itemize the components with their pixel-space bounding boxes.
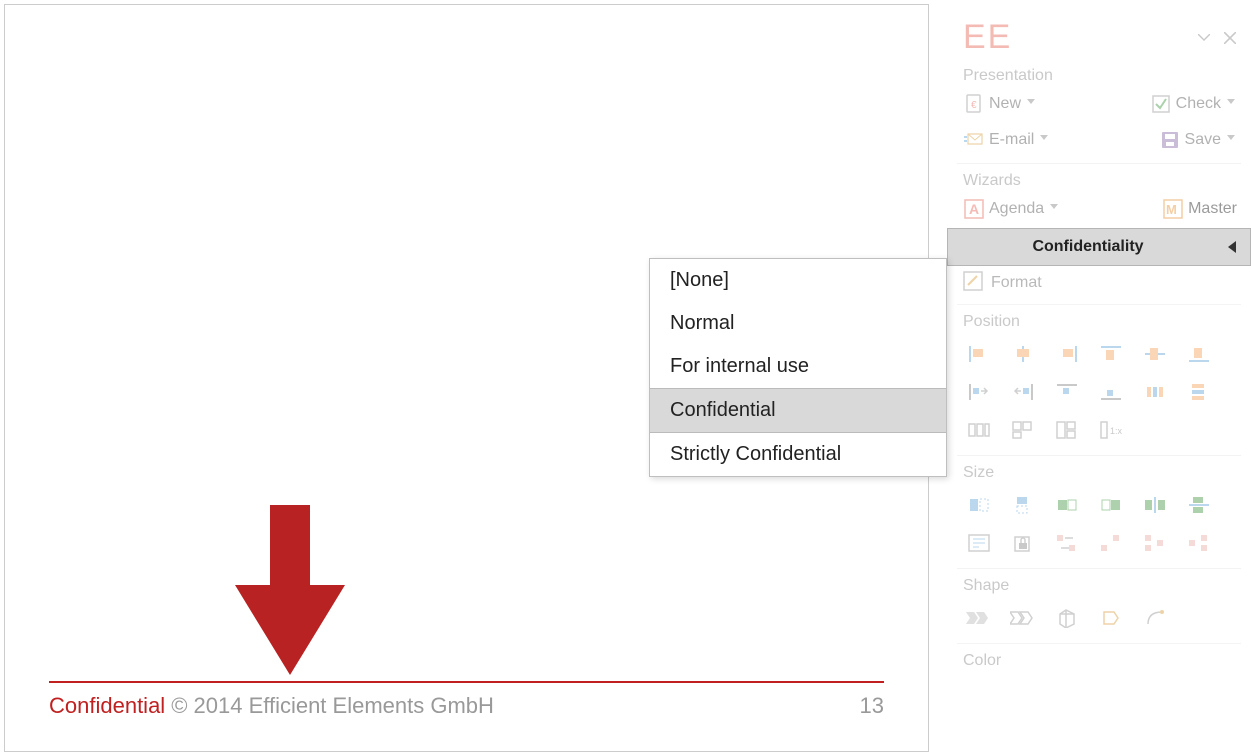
new-label: New	[989, 95, 1021, 113]
agenda-label: Agenda	[989, 200, 1044, 218]
agenda-button[interactable]: A Agenda	[959, 194, 1064, 224]
section-position-label: Position	[947, 309, 1251, 333]
save-label: Save	[1185, 131, 1221, 149]
fit-to-slide-icon[interactable]	[959, 526, 999, 560]
chevron-outline-icon[interactable]	[1003, 601, 1043, 635]
pane-close-icon[interactable]	[1221, 29, 1239, 47]
confidentiality-button[interactable]: Confidentiality	[947, 228, 1251, 266]
confidentiality-option-none[interactable]: [None]	[650, 259, 946, 302]
distribute-v-icon[interactable]	[1179, 375, 1219, 409]
golden-ratio-icon[interactable]: 1:x	[1091, 413, 1131, 447]
stretch-right-icon[interactable]	[1091, 488, 1131, 522]
confidentiality-option-strict[interactable]: Strictly Confidential	[650, 433, 946, 476]
arrange-3-icon[interactable]	[1047, 413, 1087, 447]
align-left-icon[interactable]	[959, 337, 999, 371]
section-color-label: Color	[947, 648, 1251, 672]
stretch-bottom-icon[interactable]	[1179, 488, 1219, 522]
align-right-icon[interactable]	[1047, 337, 1087, 371]
dropdown-caret-icon	[1227, 135, 1237, 145]
arrange-1-icon[interactable]	[959, 413, 999, 447]
master-label: Master	[1188, 200, 1237, 218]
dock-left-icon[interactable]	[959, 375, 999, 409]
check-button[interactable]: Check	[1146, 89, 1241, 119]
connector-icon[interactable]	[1135, 601, 1175, 635]
save-icon	[1159, 130, 1181, 150]
position-tools: 1:x	[947, 333, 1251, 451]
footer-page-number: 13	[860, 693, 884, 719]
ee-task-pane: EE Presentation € New Check	[947, 0, 1251, 756]
lock-size-icon[interactable]	[1003, 526, 1043, 560]
dock-bottom-icon[interactable]	[1091, 375, 1131, 409]
format-button[interactable]: Format	[947, 266, 1251, 300]
dock-right-icon[interactable]	[1003, 375, 1043, 409]
check-label: Check	[1176, 95, 1221, 113]
confidentiality-option-confidential[interactable]: Confidential	[650, 388, 946, 433]
svg-text:A: A	[969, 201, 979, 217]
dropdown-caret-icon	[1050, 204, 1060, 214]
section-wizards-label: Wizards	[947, 168, 1251, 192]
email-icon	[963, 130, 985, 150]
svg-text:€: €	[971, 100, 977, 111]
confidentiality-menu: [None] Normal For internal use Confident…	[649, 258, 947, 477]
master-m-icon: M	[1162, 199, 1184, 219]
3d-box-icon[interactable]	[1047, 601, 1087, 635]
stretch-left-icon[interactable]	[1047, 488, 1087, 522]
submenu-caret-left-icon	[1228, 241, 1236, 253]
swap-4-icon[interactable]	[1179, 526, 1219, 560]
confidentiality-label: Confidentiality	[948, 238, 1228, 256]
save-button[interactable]: Save	[1155, 125, 1241, 155]
arrange-2-icon[interactable]	[1003, 413, 1043, 447]
distribute-h-icon[interactable]	[1135, 375, 1175, 409]
chevron-process-icon[interactable]	[959, 601, 999, 635]
confidentiality-option-normal[interactable]: Normal	[650, 302, 946, 345]
dropdown-caret-icon	[1040, 135, 1050, 145]
align-bottom-icon[interactable]	[1179, 337, 1219, 371]
footer-confidentiality: Confidential	[49, 693, 165, 719]
section-shape-label: Shape	[947, 573, 1251, 597]
confidentiality-option-internal[interactable]: For internal use	[650, 345, 946, 388]
align-center-v-icon[interactable]	[1135, 337, 1175, 371]
swap-3-icon[interactable]	[1135, 526, 1175, 560]
checkbox-icon	[1150, 94, 1172, 114]
align-top-icon[interactable]	[1091, 337, 1131, 371]
format-icon	[963, 271, 983, 296]
pane-menu-caret-icon[interactable]	[1195, 29, 1213, 47]
format-label: Format	[991, 274, 1042, 292]
align-center-h-icon[interactable]	[1003, 337, 1043, 371]
flip-shape-icon[interactable]	[1091, 601, 1131, 635]
section-size-label: Size	[947, 460, 1251, 484]
dropdown-caret-icon	[1027, 99, 1037, 109]
master-button[interactable]: M Master	[1158, 194, 1241, 224]
agenda-a-icon: A	[963, 199, 985, 219]
shape-tools	[947, 597, 1251, 639]
stretch-top-icon[interactable]	[1135, 488, 1175, 522]
dropdown-caret-icon	[1227, 99, 1237, 109]
dock-top-icon[interactable]	[1047, 375, 1087, 409]
down-arrow-graphic	[235, 505, 345, 680]
section-presentation-label: Presentation	[947, 63, 1251, 87]
pane-header: EE	[947, 0, 1251, 63]
new-document-icon: €	[963, 94, 985, 114]
new-button[interactable]: € New	[959, 89, 1041, 119]
same-height-icon[interactable]	[1003, 488, 1043, 522]
slide-footer: Confidential © 2014 Efficient Elements G…	[49, 681, 884, 719]
swap-2-icon[interactable]	[1091, 526, 1131, 560]
email-label: E-mail	[989, 131, 1034, 149]
footer-copyright: © 2014 Efficient Elements GmbH	[171, 693, 494, 719]
svg-text:1:x: 1:x	[1110, 426, 1123, 436]
swap-1-icon[interactable]	[1047, 526, 1087, 560]
email-button[interactable]: E-mail	[959, 125, 1054, 155]
svg-text:M: M	[1166, 202, 1177, 217]
ee-logo: EE	[963, 18, 1012, 57]
same-width-icon[interactable]	[959, 488, 999, 522]
size-tools	[947, 484, 1251, 564]
